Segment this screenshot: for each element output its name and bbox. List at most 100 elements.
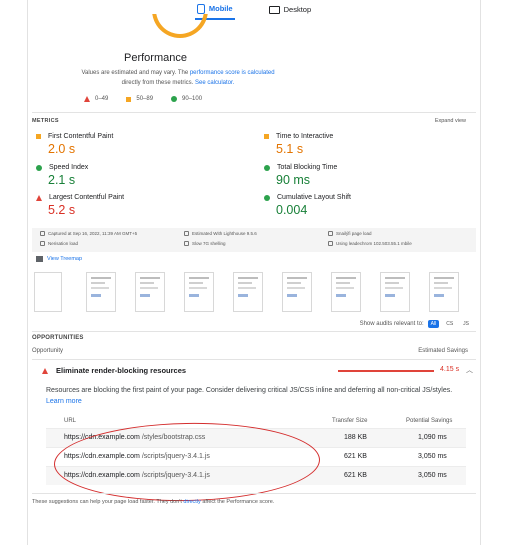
legend-average: 50–89	[126, 96, 153, 102]
filmstrip-frame	[331, 272, 361, 312]
metric-value: 5.2 s	[48, 203, 76, 217]
average-square-icon	[36, 134, 41, 139]
chevron-up-icon[interactable]: ︿	[466, 365, 473, 375]
filmstrip-frame	[380, 272, 410, 312]
fail-triangle-icon	[36, 194, 42, 201]
tab-mobile-label: Mobile	[208, 4, 233, 13]
metric-label: Largest Contentful Paint	[49, 194, 125, 201]
resource-path[interactable]: /scripts/jquery-3.4.1.js	[142, 472, 210, 479]
view-treemap-button[interactable]: View Treemap	[36, 256, 82, 262]
filmstrip	[34, 272, 474, 316]
filmstrip-frame	[86, 272, 116, 312]
filmstrip-frame	[184, 272, 214, 312]
audit-savings: 4.15 s	[440, 366, 460, 373]
resource-path[interactable]: /scripts/jquery-3.4.1.js	[142, 453, 210, 460]
filter-all-chip[interactable]: All	[427, 320, 440, 328]
filmstrip-frame	[34, 272, 62, 312]
resources-table: URL Transfer Size Potential Savings http…	[46, 414, 466, 485]
table-row: https://cdn.example.com /scripts/jquery-…	[46, 466, 466, 485]
metric-value: 2.1 s	[48, 173, 76, 187]
metric-tbt: Total Blocking Time 90 ms	[264, 164, 454, 187]
metric-label: Speed Index	[49, 164, 89, 171]
run-info: Captured at Sep 16, 2022, 11:39 AM GMT+5…	[32, 228, 476, 252]
performance-score-link[interactable]: performance score is calculated	[190, 70, 275, 76]
metric-value: 0.004	[276, 203, 308, 217]
filmstrip-frame	[429, 272, 459, 312]
metric-label: Cumulative Layout Shift	[277, 194, 351, 201]
tab-desktop[interactable]: Desktop	[267, 0, 314, 20]
potential-savings-column-header: Potential Savings	[406, 418, 453, 424]
average-square-icon	[126, 96, 132, 102]
transfer-size: 188 KB	[344, 434, 367, 441]
metric-cls: Cumulative Layout Shift 0.004	[264, 194, 454, 217]
metric-label: Time to Interactive	[276, 133, 334, 140]
browser-icon	[328, 241, 333, 246]
resource-host[interactable]: https://cdn.example.com	[64, 472, 140, 479]
divider	[32, 493, 476, 494]
metrics-header: METRICS	[32, 118, 59, 124]
lighthouse-icon	[184, 231, 189, 236]
legend-fail-label: 0–49	[95, 96, 109, 102]
divider	[32, 331, 476, 332]
page-load-type: Snailýfi page load	[336, 231, 372, 236]
captured-at: Captured at Sep 16, 2022, 11:39 AM GMT+5	[48, 231, 138, 236]
footer-text-2: affect the Performance score.	[202, 499, 275, 505]
divider	[32, 359, 476, 360]
device-tabs: Mobile Desktop	[28, 0, 480, 20]
average-square-icon	[264, 134, 269, 139]
audit-filter: Show audits relevant to: All CS JS	[360, 320, 472, 328]
savings-bar	[338, 370, 434, 372]
metric-label: Total Blocking Time	[277, 164, 338, 171]
audit-description-text: Resources are blocking the first paint o…	[46, 387, 453, 394]
resource-host[interactable]: https://cdn.example.com	[64, 453, 140, 460]
transfer-size: 621 KB	[344, 472, 367, 479]
legend-average-label: 50–89	[136, 96, 154, 102]
metric-tti: Time to Interactive 5.1 s	[264, 133, 454, 156]
resource-host[interactable]: https://cdn.example.com	[64, 434, 140, 441]
metric-label: First Contentful Paint	[48, 133, 114, 140]
filter-css-chip[interactable]: CS	[443, 320, 456, 328]
pass-circle-icon	[171, 96, 178, 102]
performance-note: Values are estimated and may vary. The p…	[40, 68, 316, 88]
table-row: https://cdn.example.com /scripts/jquery-…	[46, 447, 466, 466]
calendar-icon	[40, 231, 45, 236]
audit-description: Resources are blocking the first paint o…	[46, 385, 466, 407]
filmstrip-frame	[135, 272, 165, 312]
throttling: Slow 7G shelling	[192, 241, 226, 246]
desktop-icon	[268, 5, 280, 14]
potential-savings: 3,050 ms	[418, 453, 447, 460]
savings-column-header: Estimated Savings	[418, 348, 468, 354]
url-column-header: URL	[64, 418, 77, 424]
metric-fcp: First Contentful Paint 2.0 s	[36, 133, 226, 156]
metric-lcp: Largest Contentful Paint 5.2 s	[36, 194, 226, 217]
directly-link[interactable]: directly	[183, 499, 200, 505]
footer-text: These suggestions can help your page loa…	[32, 499, 182, 505]
metric-value: 2.0 s	[48, 142, 76, 156]
size-column-header: Transfer Size	[332, 418, 368, 424]
filter-js-chip[interactable]: JS	[460, 320, 472, 328]
pass-circle-icon	[264, 164, 270, 171]
transfer-size: 621 KB	[344, 453, 367, 460]
calculator-link[interactable]: See calculator.	[195, 80, 234, 86]
resource-path[interactable]: /styles/bootstrap.css	[142, 434, 205, 441]
user-agent: Using leadechrom 102.503.55.1 mbile	[336, 241, 412, 246]
metric-value: 90 ms	[276, 173, 311, 187]
potential-savings: 1,090 ms	[418, 434, 447, 441]
table-row: https://cdn.example.com /styles/bootstra…	[46, 428, 466, 447]
performance-gauge	[152, 14, 208, 38]
legend-fail: 0–49	[84, 96, 108, 102]
legend-pass-label: 90–100	[182, 96, 203, 102]
opportunity-column-header: Opportunity	[32, 348, 64, 354]
mobile-icon	[196, 3, 205, 14]
divider	[32, 112, 476, 113]
table-header: URL Transfer Size Potential Savings	[46, 414, 466, 428]
fail-triangle-icon	[42, 367, 48, 374]
learn-more-link[interactable]: Learn more	[46, 398, 82, 405]
expand-view-toggle[interactable]: Expand view	[435, 118, 466, 124]
emulation: Nerisation load	[48, 241, 79, 246]
filmstrip-frame	[282, 272, 312, 312]
treemap-icon	[36, 256, 43, 262]
page-load-icon	[328, 231, 333, 236]
audit-render-blocking[interactable]: Eliminate render-blocking resources 4.15…	[32, 363, 476, 379]
note-text-2: directly from these metrics.	[121, 80, 194, 86]
